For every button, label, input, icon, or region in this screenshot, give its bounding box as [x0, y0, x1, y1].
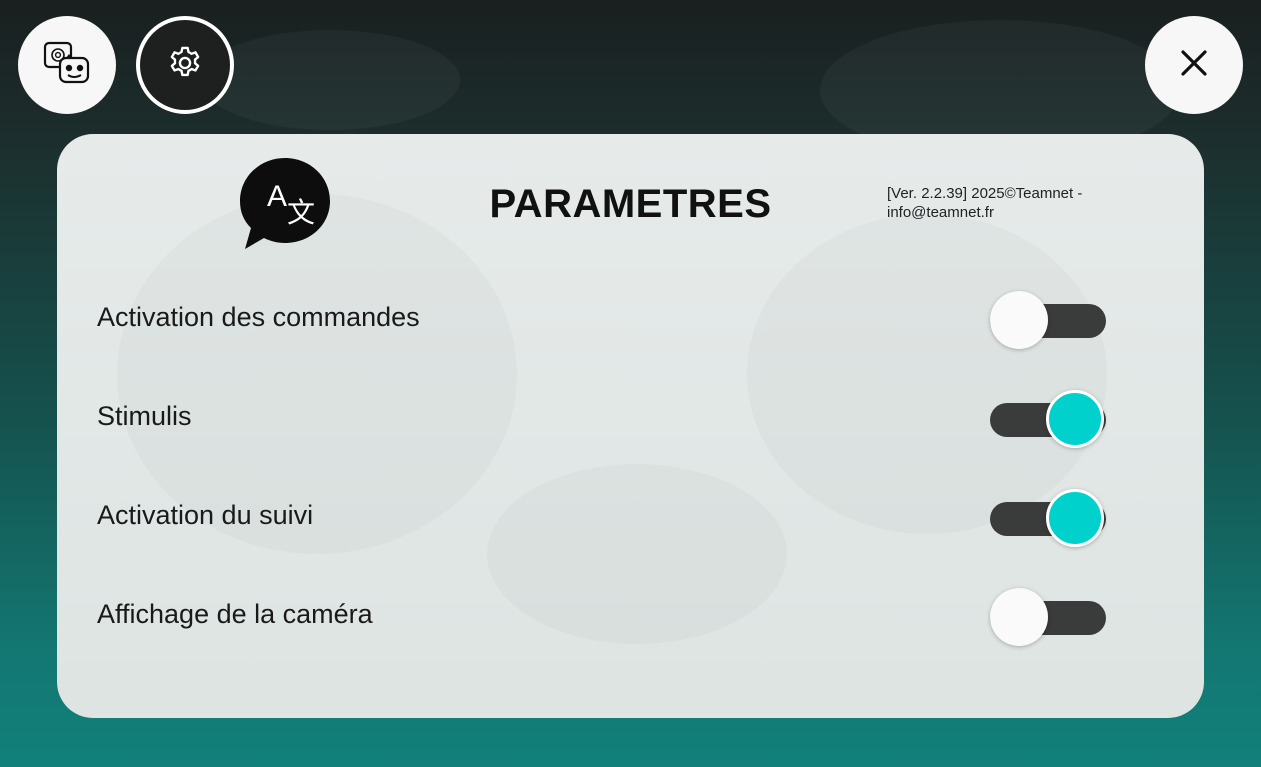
toggle-knob	[1046, 390, 1104, 448]
toggle-knob	[990, 588, 1048, 646]
background-decoration	[200, 30, 460, 130]
panel-decoration	[487, 464, 787, 644]
settings-button[interactable]	[136, 16, 234, 114]
gear-icon	[166, 44, 204, 87]
toggle-tracking[interactable]	[990, 489, 1106, 549]
toggle-knob	[990, 291, 1048, 349]
settings-panel: A 文 PARAMETRES [Ver. 2.2.39] 2025©Teamne…	[57, 134, 1204, 718]
close-icon	[1179, 48, 1209, 83]
setting-label-tracking: Activation du suivi	[97, 500, 314, 530]
setting-label-camera: Affichage de la caméra	[97, 599, 373, 629]
robot-chat-button[interactable]	[18, 16, 116, 114]
close-button[interactable]	[1145, 16, 1243, 114]
toggle-stimulis[interactable]	[990, 390, 1106, 450]
version-info: [Ver. 2.2.39] 2025©Teamnet - info@teamne…	[887, 185, 1083, 221]
setting-label-commands: Activation des commandes	[97, 302, 420, 332]
setting-label-stimulis: Stimulis	[97, 401, 192, 431]
toggle-commands[interactable]	[990, 291, 1106, 351]
panel-decoration	[747, 214, 1107, 534]
toggle-knob	[1046, 489, 1104, 547]
robot-chat-icon	[42, 40, 92, 91]
toggle-camera[interactable]	[990, 588, 1106, 648]
